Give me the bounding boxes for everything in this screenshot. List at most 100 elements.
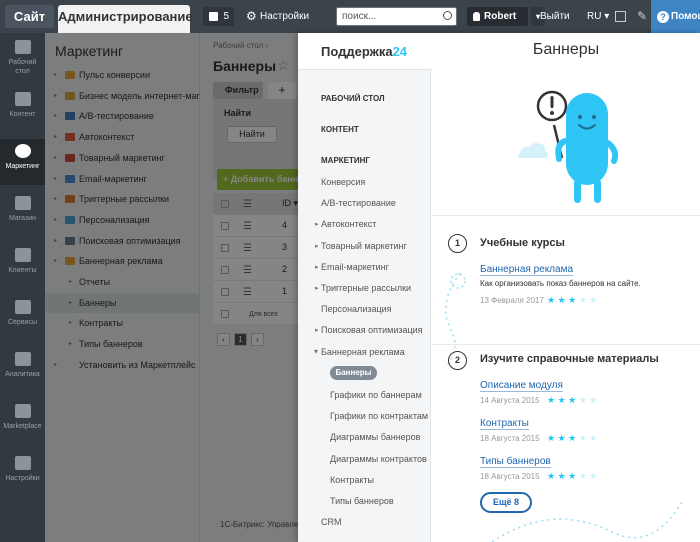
nav-subitem[interactable]: Графики по баннерам [330, 390, 422, 400]
document-icon [14, 92, 31, 106]
cloud-download-icon [14, 404, 31, 418]
course-link[interactable]: Баннерная реклама [480, 264, 574, 276]
star-icon[interactable]: ★ [558, 395, 569, 405]
nav-item[interactable]: Автоконтекст [315, 219, 376, 229]
settings-label: Настройки [260, 11, 310, 22]
home-icon [14, 40, 31, 54]
nav-item[interactable]: Баннерная реклама [314, 347, 405, 357]
rail-item[interactable]: Контент [0, 87, 45, 133]
clients-icon [14, 248, 31, 262]
question-icon: ? [657, 11, 669, 23]
star-icon[interactable]: ★ [579, 295, 590, 305]
settings-button[interactable]: ⚙ Настройки [246, 10, 309, 23]
window-icon[interactable] [615, 11, 626, 22]
star-icon[interactable]: ★ [579, 433, 590, 443]
nav-item[interactable]: Конверсия [321, 177, 365, 187]
nav-item[interactable]: Email-маркетинг [315, 262, 389, 272]
rail-item[interactable]: Сервисы [0, 295, 45, 341]
nav-subitem[interactable]: Графики по контрактам [330, 411, 428, 421]
notifications-button[interactable]: 5 [203, 7, 234, 26]
nav-content[interactable]: КОНТЕНТ [321, 125, 359, 134]
cart-icon [14, 196, 31, 210]
reference-rating[interactable]: ★ ★ ★ ★ ★ [547, 395, 597, 406]
logout-link[interactable]: Выйти [540, 11, 570, 22]
helpdesk-content: Баннеры 1 Учебные курсы Баннерная реклам… [432, 33, 700, 542]
rail-item-label: Клиенты [8, 267, 37, 274]
logo-number: 24 [392, 44, 408, 59]
notification-icon [209, 12, 218, 21]
reference-link[interactable]: Типы баннеров [480, 456, 551, 468]
star-icon[interactable]: ★ [547, 395, 558, 405]
helpdesk-logo: Поддержка24 [298, 33, 431, 70]
nav-item[interactable]: Товарный маркетинг [315, 241, 407, 251]
nav-subitem[interactable]: Контракты [330, 475, 374, 485]
helpdesk-panel: Поддержка24 РАБОЧИЙ СТОЛ КОНТЕНТ МАРКЕТИ… [298, 33, 700, 542]
pin-icon[interactable]: ✎ [637, 9, 647, 23]
star-icon[interactable]: ★ [589, 295, 597, 305]
star-icon[interactable]: ★ [547, 295, 558, 305]
star-icon[interactable]: ★ [568, 395, 579, 405]
course-rating[interactable]: ★ ★ ★ ★ ★ [547, 295, 597, 306]
nav-subitem[interactable]: Типы баннеров [330, 496, 394, 506]
rail-item[interactable]: Рабочий стол [0, 35, 45, 81]
target-icon [14, 144, 31, 158]
section-number: 2 [448, 351, 467, 370]
nav-subitem[interactable]: Диаграммы баннеров [330, 432, 420, 442]
rail-item-label: Маркетинг [5, 163, 40, 170]
star-icon[interactable]: ★ [547, 433, 558, 443]
main-menu-rail: Рабочий стол Контент Маркетинг Магазин Клиен… [0, 33, 45, 542]
rail-item[interactable]: Клиенты [0, 243, 45, 289]
section-title: Учебные курсы [480, 237, 565, 249]
star-icon[interactable]: ★ [589, 471, 597, 481]
nav-crm[interactable]: CRM [321, 517, 342, 527]
nav-desktop[interactable]: РАБОЧИЙ СТОЛ [321, 94, 385, 103]
nav-item[interactable]: A/B-тестирование [321, 198, 396, 208]
star-icon[interactable]: ★ [579, 395, 590, 405]
rail-item-label: Контент [9, 111, 36, 118]
reference-link[interactable]: Контракты [480, 418, 529, 430]
reference-date: 14 Августа 2015 [480, 396, 540, 405]
language-select[interactable]: RU ▾ [587, 11, 609, 22]
rail-item-label: Магазин [8, 215, 36, 222]
user-menu[interactable]: Robert ▾ [467, 7, 545, 26]
admin-tab[interactable]: Администрирование [58, 5, 193, 33]
more-button[interactable]: Ещё 8 [480, 492, 532, 513]
help-button[interactable]: ?Помощь [651, 0, 700, 33]
nav-marketing[interactable]: МАРКЕТИНГ [321, 156, 370, 165]
search-input[interactable]: поиск... [336, 7, 457, 26]
star-icon[interactable]: ★ [547, 471, 558, 481]
search-placeholder: поиск... [342, 11, 377, 22]
rail-item[interactable]: Marketplace [0, 399, 45, 445]
helpdesk-title: Баннеры [532, 41, 600, 58]
star-icon[interactable]: ★ [589, 395, 597, 405]
user-icon [473, 12, 480, 21]
search-icon[interactable] [443, 11, 452, 20]
notifications-count: 5 [223, 11, 229, 22]
star-icon[interactable]: ★ [558, 433, 569, 443]
star-icon[interactable]: ★ [568, 471, 579, 481]
star-icon[interactable]: ★ [568, 295, 579, 305]
nav-item[interactable]: Триггерные рассылки [315, 283, 411, 293]
nav-item[interactable]: Поисковая оптимизация [315, 325, 423, 335]
nav-active-item[interactable]: Баннеры [330, 366, 377, 380]
nav-item[interactable]: Персонализация [321, 304, 392, 314]
reference-rating[interactable]: ★ ★ ★ ★ ★ [547, 471, 597, 482]
rail-item-label: Аналитика [5, 371, 40, 378]
star-icon[interactable]: ★ [568, 433, 579, 443]
nav-subitem[interactable]: Диаграммы контрактов [330, 454, 427, 464]
reference-date: 18 Августа 2015 [480, 472, 540, 481]
reference-link[interactable]: Описание модуля [480, 380, 563, 392]
star-icon[interactable]: ★ [558, 295, 569, 305]
star-icon[interactable]: ★ [589, 433, 597, 443]
star-icon[interactable]: ★ [579, 471, 590, 481]
rail-item-label: Marketplace [3, 423, 42, 430]
course-date: 13 Февраля 2017 [480, 296, 544, 305]
course-description: Как организовать показ баннеров на сайте… [480, 279, 641, 288]
rail-item[interactable]: Настройки [0, 451, 45, 497]
rail-item[interactable]: Магазин [0, 191, 45, 237]
star-icon[interactable]: ★ [558, 471, 569, 481]
site-button[interactable]: Сайт [5, 5, 54, 28]
reference-rating[interactable]: ★ ★ ★ ★ ★ [547, 433, 597, 444]
rail-item[interactable]: Аналитика [0, 347, 45, 393]
rail-item[interactable]: Маркетинг [0, 139, 45, 185]
